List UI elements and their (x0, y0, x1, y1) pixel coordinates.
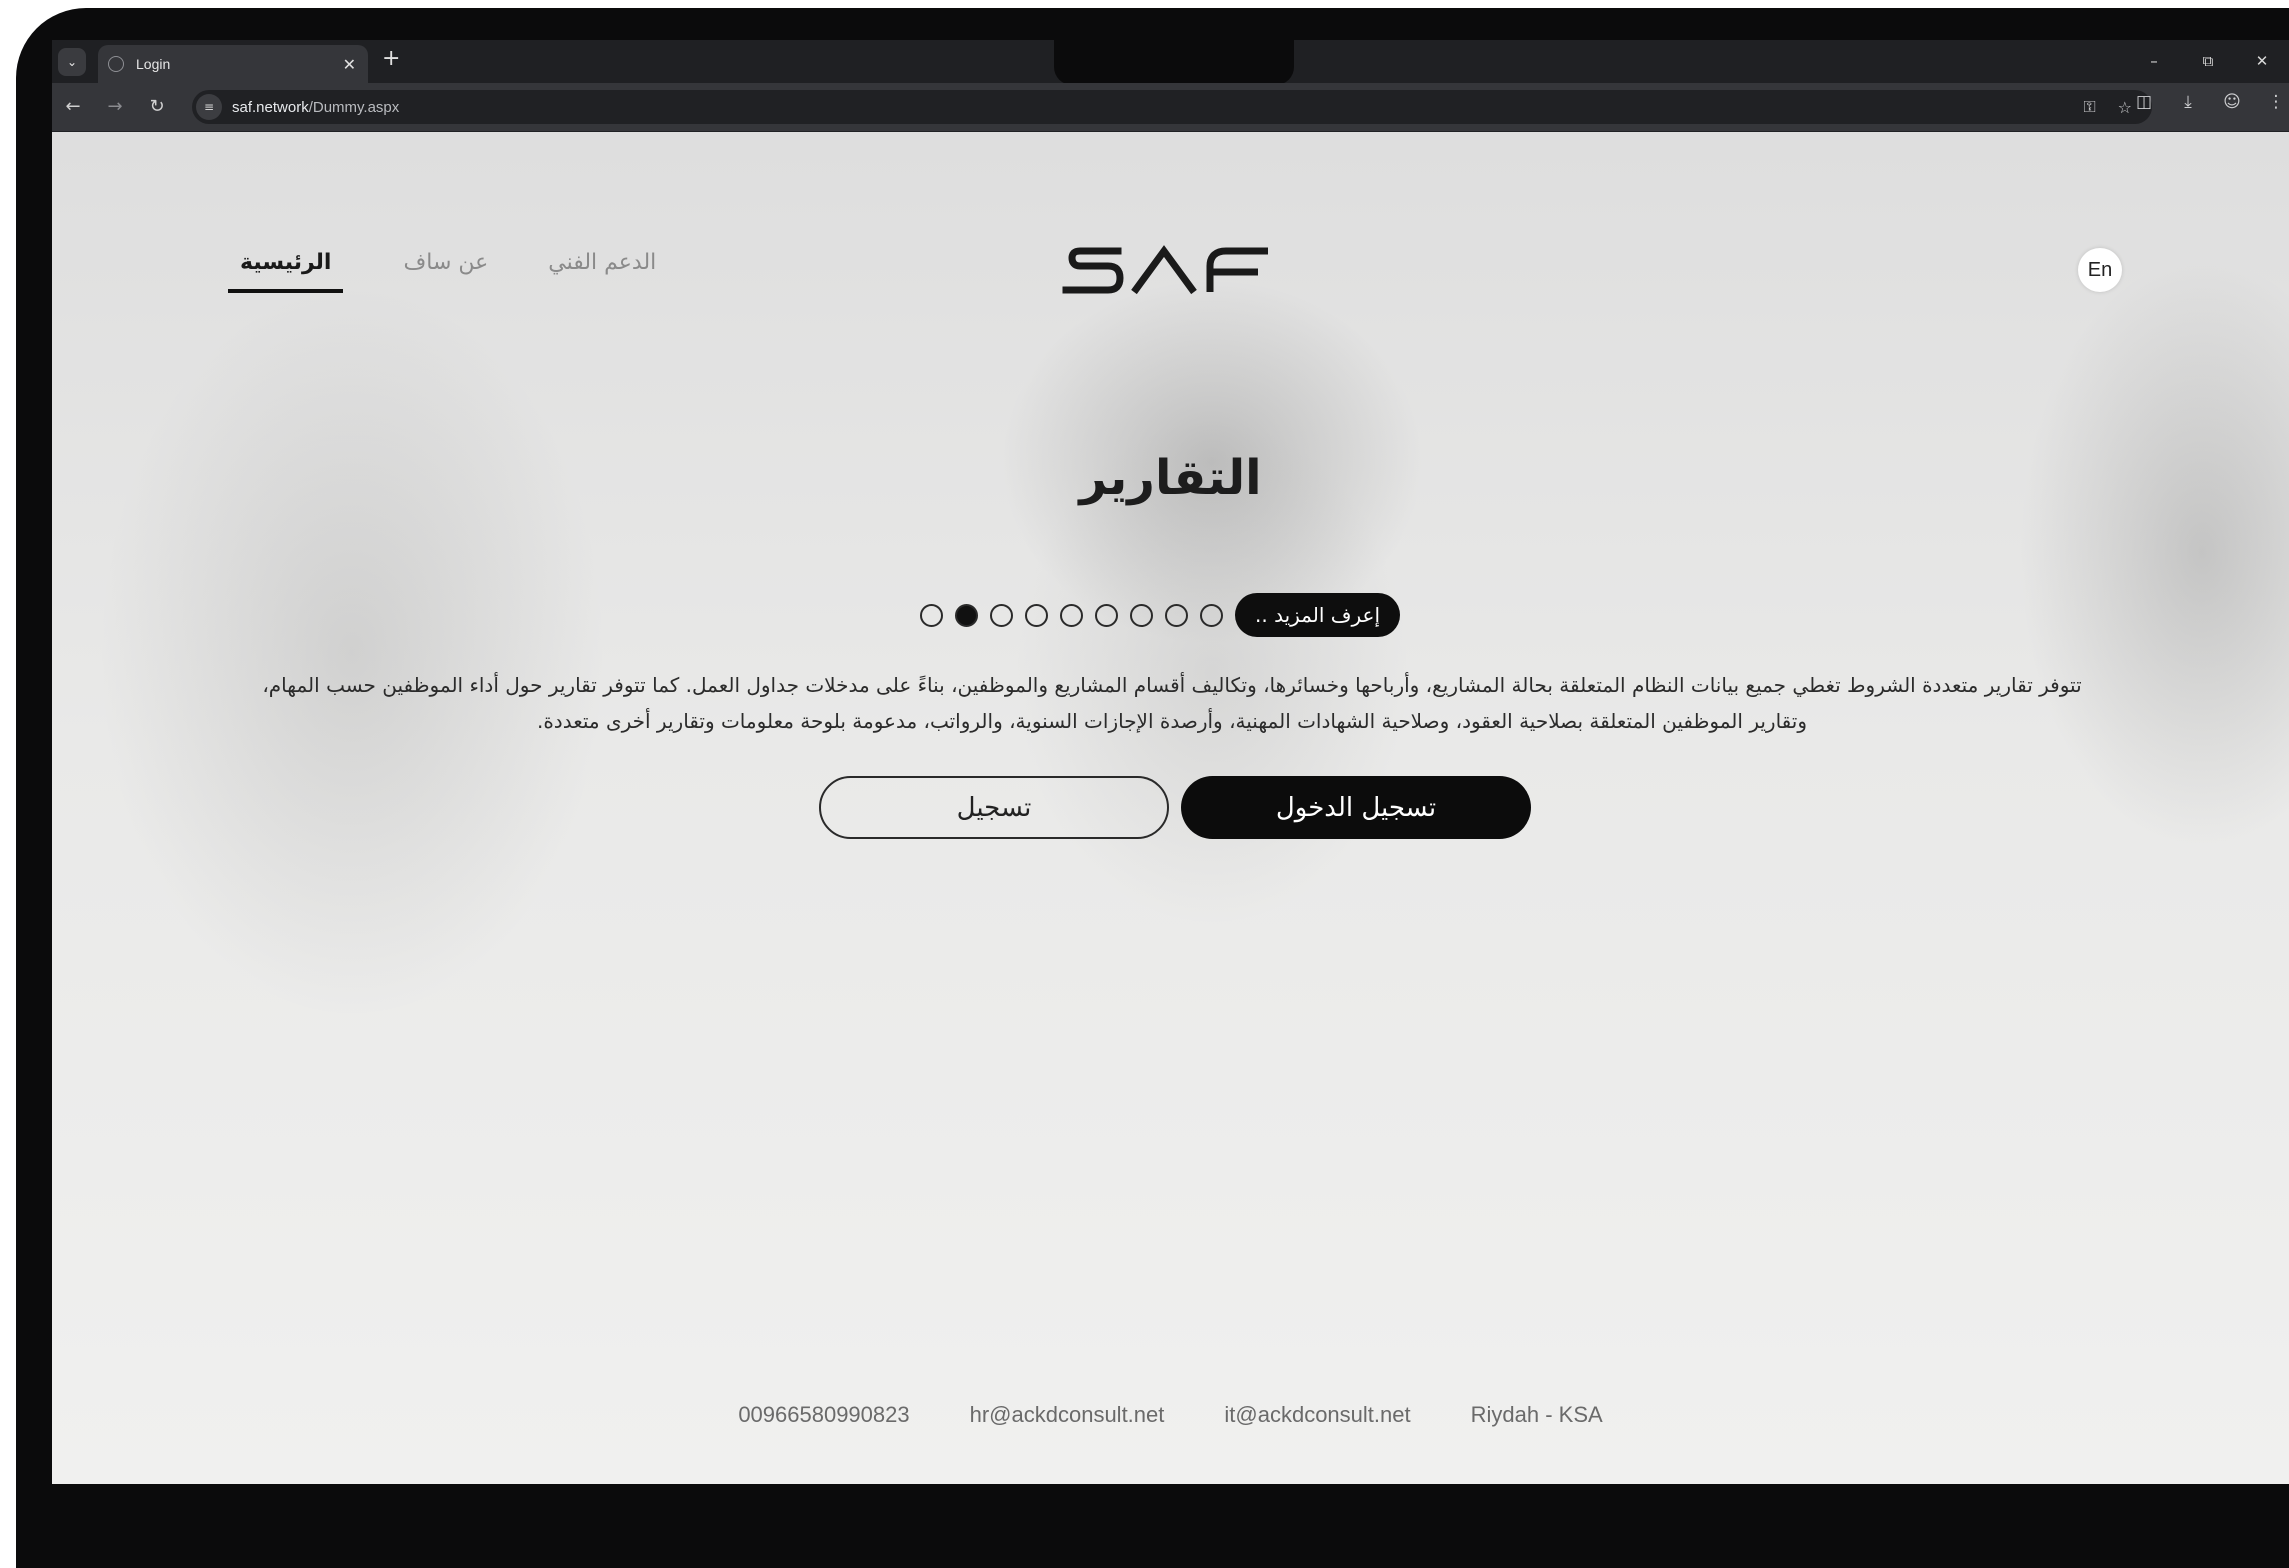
bookmark-star-icon[interactable]: ☆ (2118, 98, 2132, 117)
carousel-dot[interactable] (1095, 603, 1118, 627)
footer-phone[interactable]: 00966580990823 (738, 1402, 909, 1428)
profile-icon[interactable]: ☺ (2219, 92, 2245, 112)
browser-tab-strip: ⌄ Login ✕ + – ⧉ ✕ (52, 40, 2289, 85)
url-path: /Dummy.aspx (308, 98, 400, 116)
language-toggle-button[interactable]: En (2078, 248, 2122, 292)
main-nav: الرئيسية عن ساف الدعم الفني (228, 250, 656, 293)
browser-tab[interactable]: Login ✕ (98, 45, 368, 83)
nav-support[interactable]: الدعم الفني (548, 250, 656, 293)
carousel-controls: إعرف المزيد .. (920, 593, 1400, 637)
carousel-dot[interactable] (990, 603, 1013, 627)
tab-title: Login (136, 56, 171, 72)
window-controls: – ⧉ ✕ (2127, 44, 2289, 78)
browser-toolbar: ← → ↻ ≡ saf.network/Dummy.aspx ⚿ ☆ ◫ ⤓ ☺… (52, 83, 2289, 132)
carousel-dot[interactable] (1200, 603, 1223, 627)
globe-icon (108, 56, 124, 72)
login-button[interactable]: تسجيل الدخول (1181, 776, 1531, 839)
new-tab-icon[interactable]: + (382, 46, 400, 71)
menu-kebab-icon[interactable]: ⋮ (2263, 92, 2289, 112)
omnibox-actions: ⚿ ☆ (2083, 90, 2132, 124)
address-bar[interactable]: ≡ saf.network/Dummy.aspx ⚿ ☆ (192, 90, 2152, 124)
screen: ⌄ Login ✕ + – ⧉ ✕ ← → ↻ ≡ saf.network/Du… (52, 40, 2289, 1484)
url-host: saf.network (232, 98, 309, 116)
camera-notch (1054, 40, 1294, 85)
learn-more-button[interactable]: إعرف المزيد .. (1235, 593, 1400, 637)
back-arrow-icon[interactable]: ← (58, 92, 88, 122)
carousel-dot[interactable] (1025, 603, 1048, 627)
carousel-dot[interactable] (1165, 603, 1188, 627)
page-viewport: الرئيسية عن ساف الدعم الفني En التقارير (52, 132, 2289, 1484)
reload-icon[interactable]: ↻ (142, 92, 172, 122)
footer-hr-email[interactable]: hr@ackdconsult.net (970, 1402, 1165, 1428)
carousel-dot[interactable] (1060, 603, 1083, 627)
password-key-icon[interactable]: ⚿ (2083, 97, 2095, 117)
carousel-dot-active[interactable] (955, 603, 978, 627)
site-settings-icon[interactable]: ≡ (196, 94, 222, 120)
minimize-icon[interactable]: – (2127, 44, 2181, 78)
close-window-icon[interactable]: ✕ (2235, 44, 2289, 78)
footer-location: Riydah - KSA (1470, 1402, 1603, 1427)
footer-contact: 00966580990823 hr@ackdconsult.net it@ack… (52, 1402, 2289, 1428)
carousel-dot[interactable] (920, 603, 943, 627)
tab-search-dropdown-icon[interactable]: ⌄ (58, 48, 86, 76)
footer-it-email[interactable]: it@ackdconsult.net (1224, 1402, 1410, 1428)
hero-title: التقارير (1079, 450, 1262, 506)
restore-icon[interactable]: ⧉ (2181, 44, 2235, 78)
saf-logo[interactable] (1062, 242, 1272, 302)
register-button[interactable]: تسجيل (819, 776, 1169, 839)
forward-arrow-icon[interactable]: → (100, 92, 130, 122)
hero-description: تتوفر تقارير متعددة الشروط تغطي جميع بيا… (262, 673, 2082, 733)
toolbar-icons: ◫ ⤓ ☺ ⋮ (2131, 92, 2289, 112)
nav-home[interactable]: الرئيسية (228, 250, 344, 293)
carousel-dot[interactable] (1130, 603, 1153, 627)
download-icon[interactable]: ⤓ (2175, 92, 2201, 112)
url-text: saf.network/Dummy.aspx (232, 99, 399, 116)
nav-about[interactable]: عن ساف (403, 250, 488, 293)
extensions-icon[interactable]: ◫ (2131, 92, 2157, 112)
close-tab-icon[interactable]: ✕ (343, 55, 356, 74)
